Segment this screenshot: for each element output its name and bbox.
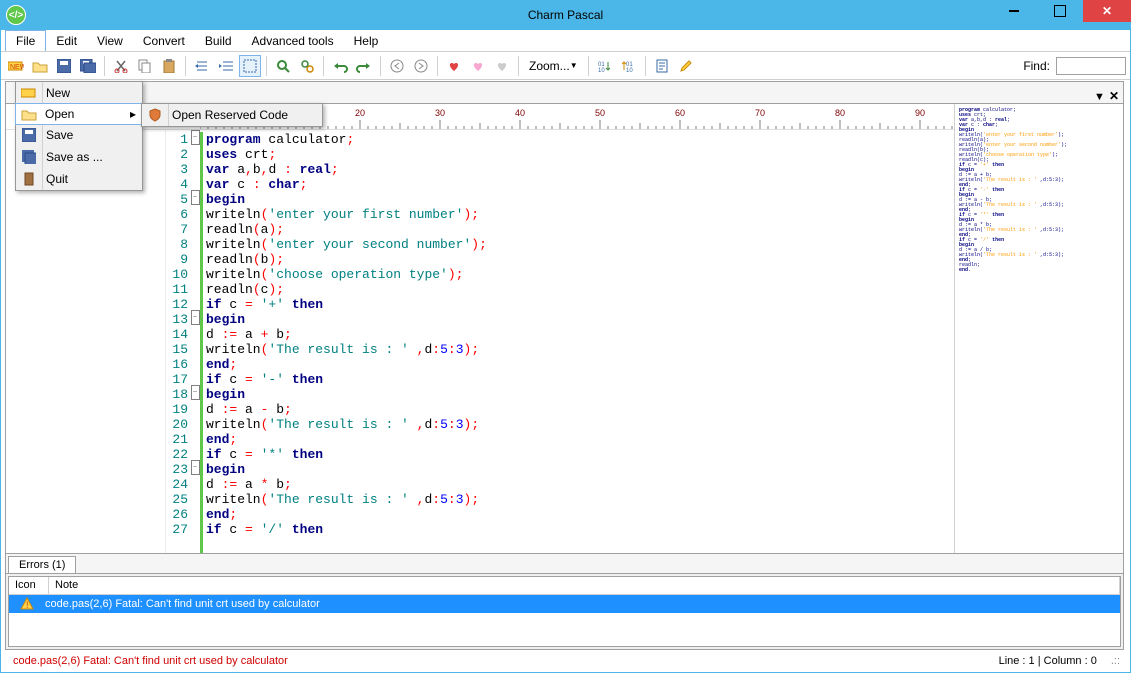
col-note: Note: [49, 577, 1120, 594]
paste-icon[interactable]: [158, 55, 180, 77]
svg-text:50: 50: [595, 108, 605, 118]
find-label: Find:: [1023, 59, 1050, 73]
zoom-dropdown[interactable]: Zoom... ▼: [524, 55, 583, 77]
menu-item-open-reserved[interactable]: Open Reserved Code: [142, 104, 322, 126]
app-icon: </>: [6, 5, 26, 25]
minimap[interactable]: program calculator;uses crt;var a,b,d : …: [955, 104, 1123, 553]
edit-icon[interactable]: [675, 55, 697, 77]
maximize-button[interactable]: [1037, 0, 1083, 22]
window-title: Charm Pascal: [0, 8, 1131, 22]
svg-text:70: 70: [755, 108, 765, 118]
next-icon[interactable]: [410, 55, 432, 77]
menu-item-save[interactable]: Save: [16, 124, 142, 146]
heart-red-icon[interactable]: [443, 55, 465, 77]
menu-help[interactable]: Help: [344, 30, 389, 51]
new-icon[interactable]: NEW: [5, 55, 27, 77]
status-position: Line : 1 | Column : 0: [999, 655, 1111, 667]
menu-item-quit[interactable]: Quit: [16, 168, 142, 190]
svg-text:10: 10: [626, 68, 633, 73]
menu-file[interactable]: File: [5, 30, 46, 51]
svg-text:60: 60: [675, 108, 685, 118]
svg-text:NEW: NEW: [10, 64, 24, 71]
open-icon[interactable]: [29, 55, 51, 77]
heart-pink-icon[interactable]: [467, 55, 489, 77]
door-icon: [20, 170, 38, 188]
svg-text:10: 10: [598, 68, 605, 73]
page-icon[interactable]: [651, 55, 673, 77]
errors-header: Icon Note: [9, 577, 1120, 595]
select-all-icon[interactable]: [239, 55, 261, 77]
cut-icon[interactable]: [110, 55, 132, 77]
menu-view[interactable]: View: [87, 30, 133, 51]
tab-strip: ▼ ✕: [6, 82, 1123, 104]
binary1-icon[interactable]: 0110: [594, 55, 616, 77]
menu-build[interactable]: Build: [195, 30, 242, 51]
col-icon: Icon: [9, 577, 49, 594]
error-text: code.pas(2,6) Fatal: Can't find unit crt…: [45, 598, 320, 610]
file-menu-dropdown: New Open ▸ Save Save as ... Quit: [15, 81, 143, 191]
tab-dropdown-icon[interactable]: ▼: [1094, 91, 1105, 103]
svg-text:40: 40: [515, 108, 525, 118]
menu-convert[interactable]: Convert: [133, 30, 195, 51]
new-icon: [20, 84, 38, 102]
main-panel: ▼ ✕ 0102030405060708090 1234567891011121…: [5, 81, 1124, 650]
shield-icon: [146, 106, 164, 124]
tab-close-icon[interactable]: ✕: [1109, 89, 1119, 103]
undo-icon[interactable]: [329, 55, 351, 77]
replace-icon[interactable]: [296, 55, 318, 77]
status-error: code.pas(2,6) Fatal: Can't find unit crt…: [5, 655, 288, 667]
saveas-icon: [20, 148, 38, 166]
code-editor[interactable]: 1234567891011121314151617181920212223242…: [6, 130, 954, 553]
svg-text:20: 20: [355, 108, 365, 118]
menu-item-open[interactable]: Open ▸: [15, 103, 143, 125]
save-icon: [20, 126, 38, 144]
minimize-button[interactable]: [991, 0, 1037, 22]
warning-icon: !: [9, 597, 45, 611]
titlebar: </> Charm Pascal: [0, 0, 1131, 30]
copy-icon[interactable]: [134, 55, 156, 77]
menu-item-new[interactable]: New: [16, 82, 142, 104]
menu-item-saveas[interactable]: Save as ...: [16, 146, 142, 168]
find-icon[interactable]: [272, 55, 294, 77]
find-input[interactable]: [1056, 57, 1126, 75]
close-button[interactable]: [1083, 0, 1131, 22]
svg-text:80: 80: [835, 108, 845, 118]
errors-tab[interactable]: Errors (1): [8, 556, 76, 573]
prev-icon[interactable]: [386, 55, 408, 77]
toolbar: NEW Zoom... ▼ 0110 0110 Find:: [1, 52, 1130, 80]
svg-text:30: 30: [435, 108, 445, 118]
open-submenu: Open Reserved Code: [141, 103, 323, 127]
folder-open-icon: [20, 105, 38, 123]
svg-text:!: !: [26, 600, 29, 610]
svg-text:90: 90: [915, 108, 925, 118]
menu-advanced-tools[interactable]: Advanced tools: [242, 30, 344, 51]
binary2-icon[interactable]: 0110: [618, 55, 640, 77]
submenu-arrow-icon: ▸: [130, 107, 136, 121]
heart-gray-icon[interactable]: [491, 55, 513, 77]
menubar: File Edit View Convert Build Advanced to…: [1, 30, 1130, 52]
save-icon[interactable]: [53, 55, 75, 77]
redo-icon[interactable]: [353, 55, 375, 77]
errors-panel: Errors (1) Icon Note ! code.pas(2,6) Fat…: [6, 553, 1123, 649]
menu-edit[interactable]: Edit: [46, 30, 87, 51]
saveas-icon[interactable]: [77, 55, 99, 77]
outdent-icon[interactable]: [215, 55, 237, 77]
indent-icon[interactable]: [191, 55, 213, 77]
status-bar: code.pas(2,6) Fatal: Can't find unit crt…: [5, 652, 1124, 670]
error-row[interactable]: ! code.pas(2,6) Fatal: Can't find unit c…: [9, 595, 1120, 613]
